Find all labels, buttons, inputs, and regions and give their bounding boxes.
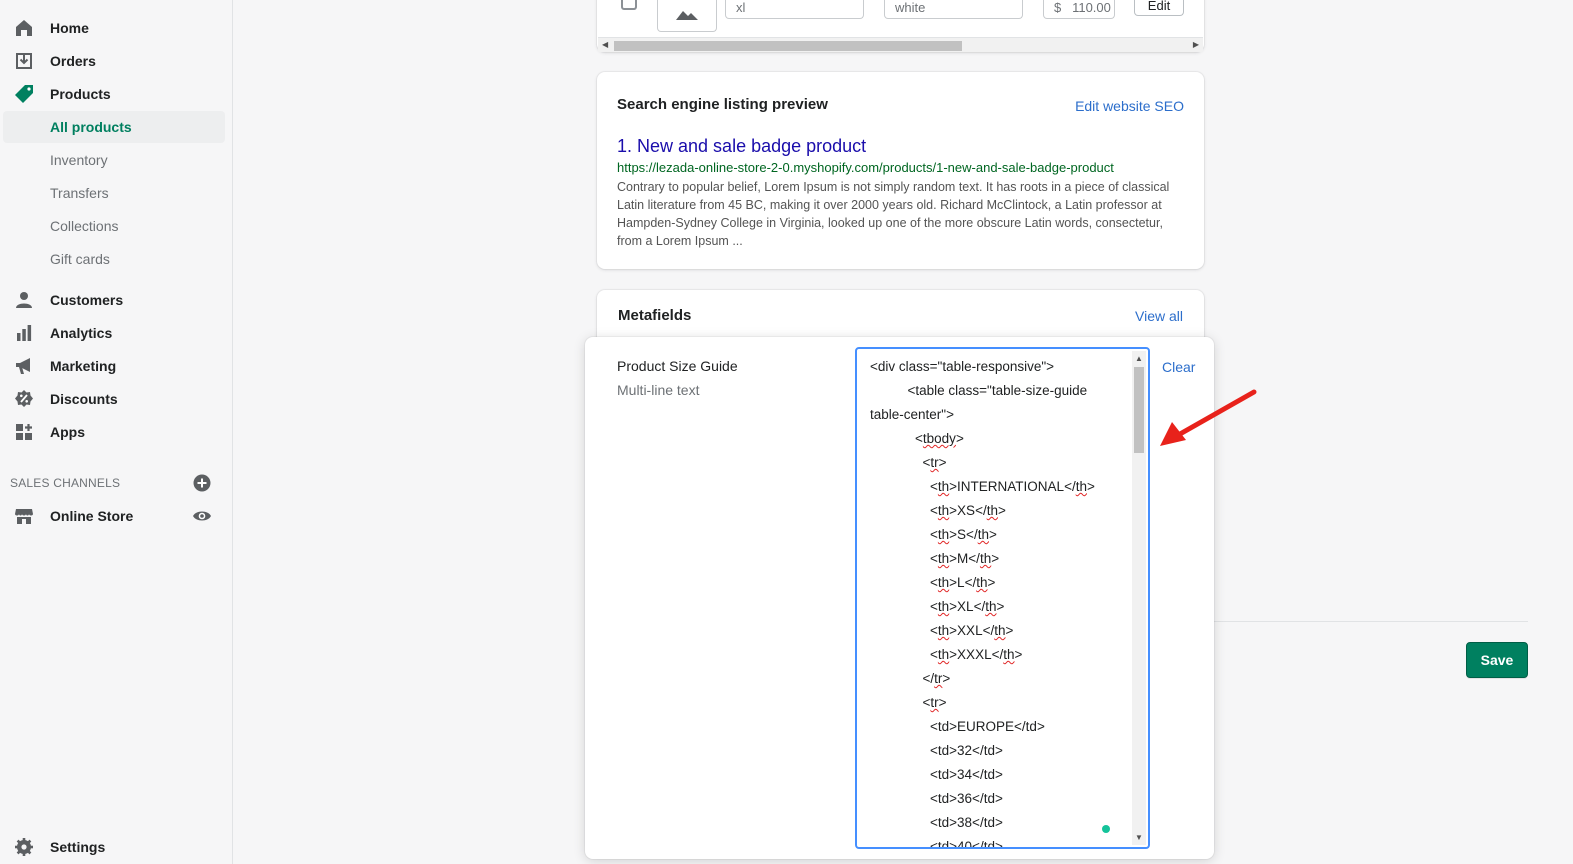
variant-image[interactable] [657, 0, 717, 32]
sidebar-item-all-products[interactable]: All products [3, 111, 225, 143]
sidebar-item-label: Inventory [50, 152, 108, 168]
scroll-right-icon[interactable]: ▶ [1193, 40, 1199, 49]
metafield-type: Multi-line text [617, 382, 700, 398]
sidebar-item-label: All products [50, 119, 132, 135]
nav-customers-label: Customers [50, 292, 124, 308]
currency-symbol: $ [1054, 0, 1062, 15]
seo-card: Search engine listing preview Edit websi… [597, 72, 1204, 269]
gear-icon [13, 836, 35, 858]
nav-apps-label: Apps [50, 424, 85, 440]
metafield-textarea[interactable]: <div class="table-responsive"> <table cl… [855, 347, 1150, 849]
scroll-up-icon[interactable]: ▲ [1135, 354, 1143, 363]
megaphone-icon [13, 355, 35, 377]
clear-button[interactable]: Clear [1162, 359, 1195, 375]
variant-price-field[interactable]: $ 110.00 [1043, 0, 1115, 19]
nav-analytics[interactable]: Analytics [0, 317, 233, 349]
nav-orders-label: Orders [50, 53, 96, 69]
variant-color-field[interactable]: white [884, 0, 1023, 19]
scrollbar-thumb[interactable] [614, 41, 962, 51]
view-all-link[interactable]: View all [1135, 308, 1183, 324]
divider [1214, 621, 1528, 622]
annotation-arrow-icon [1160, 389, 1257, 446]
person-icon [13, 289, 35, 311]
sidebar-item-transfers[interactable]: Transfers [0, 177, 233, 209]
sales-channels-heading: SALES CHANNELS [10, 476, 121, 490]
seo-preview-url: https://lezada-online-store-2-0.myshopif… [617, 160, 1114, 175]
nav-online-store-label: Online Store [50, 508, 134, 524]
store-icon [13, 505, 35, 527]
nav-home[interactable]: Home [0, 12, 233, 44]
seo-card-title: Search engine listing preview [617, 96, 828, 113]
apps-icon [13, 421, 35, 443]
variant-size-field[interactable]: xl [725, 0, 864, 19]
nav-marketing[interactable]: Marketing [0, 350, 233, 382]
sidebar-item-inventory[interactable]: Inventory [0, 144, 233, 176]
add-sales-channel-icon[interactable] [193, 474, 211, 492]
image-icon [676, 10, 698, 20]
edit-seo-link[interactable]: Edit website SEO [1075, 98, 1184, 114]
metafields-title: Metafields [618, 307, 692, 324]
save-button[interactable]: Save [1466, 642, 1528, 678]
horizontal-scrollbar[interactable]: ◀ ▶ [598, 37, 1203, 52]
textarea-scrollbar[interactable]: ▲ ▼ [1132, 351, 1146, 845]
variants-table: xl white $ 110.00 Edit ◀ ▶ [597, 0, 1204, 52]
textarea-content: <div class="table-responsive"> <table cl… [870, 359, 1095, 849]
variant-edit-button[interactable]: Edit [1134, 0, 1184, 16]
price-value: 110.00 [1072, 0, 1111, 15]
metafield-label: Product Size Guide [617, 358, 738, 374]
sidebar-item-collections[interactable]: Collections [0, 210, 233, 242]
seo-preview-description: Contrary to popular belief, Lorem Ipsum … [617, 180, 1170, 248]
nav-apps[interactable]: Apps [0, 416, 233, 448]
orders-icon [13, 50, 35, 72]
nav-discounts[interactable]: Discounts [0, 383, 233, 415]
nav-home-label: Home [50, 20, 89, 36]
sidebar-item-label: Transfers [50, 185, 109, 201]
sidebar-item-label: Collections [50, 218, 119, 234]
nav-analytics-label: Analytics [50, 325, 113, 341]
nav-products[interactable]: Products [0, 78, 233, 110]
nav-orders[interactable]: Orders [0, 45, 233, 77]
nav-marketing-label: Marketing [50, 358, 117, 374]
sidebar: Home Orders Products All products Invent… [0, 0, 233, 864]
scroll-left-icon[interactable]: ◀ [602, 40, 608, 49]
tag-icon [13, 83, 35, 105]
variant-checkbox[interactable] [621, 0, 637, 10]
home-icon [13, 17, 35, 39]
metafield-editor: Product Size Guide Multi-line text <div … [585, 337, 1214, 859]
bar-chart-icon [13, 322, 35, 344]
discount-icon [13, 388, 35, 410]
sidebar-item-label: Gift cards [50, 251, 110, 267]
sidebar-item-gift-cards[interactable]: Gift cards [0, 243, 233, 275]
nav-settings-label: Settings [50, 839, 106, 855]
nav-customers[interactable]: Customers [0, 284, 233, 316]
eye-icon[interactable] [192, 507, 212, 525]
nav-discounts-label: Discounts [50, 391, 118, 407]
nav-settings[interactable]: Settings [0, 831, 233, 863]
grammar-checker-icon[interactable] [1102, 825, 1110, 833]
scrollbar-thumb[interactable] [1134, 367, 1144, 453]
seo-preview-title: 1. New and sale badge product [617, 136, 867, 156]
nav-products-label: Products [50, 86, 111, 102]
scroll-down-icon[interactable]: ▼ [1135, 833, 1143, 842]
